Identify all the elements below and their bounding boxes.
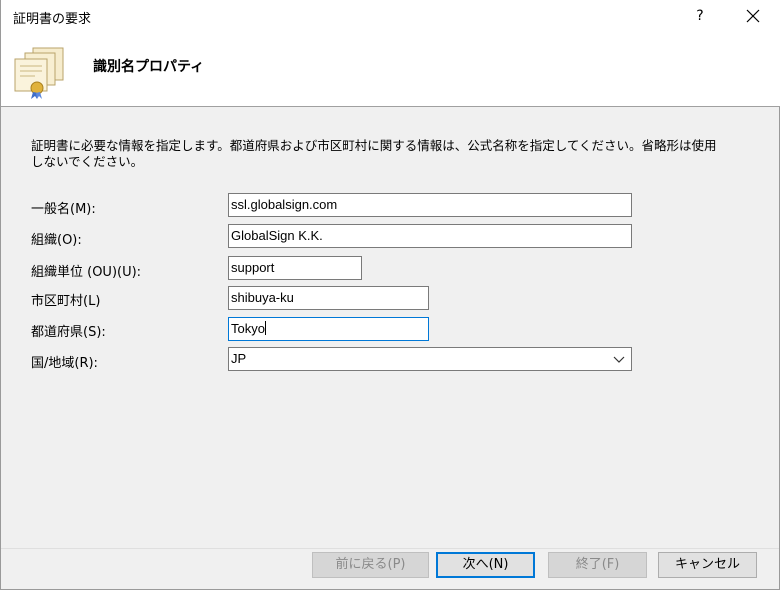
back-button[interactable]: 前に戻る(P) xyxy=(312,552,429,578)
common-name-value: ssl.globalsign.com xyxy=(231,197,338,212)
state-value: Tokyo xyxy=(231,321,265,336)
text-caret xyxy=(264,321,266,335)
common-name-field[interactable]: ssl.globalsign.com xyxy=(228,193,632,217)
common-name-label: 一般名(M): xyxy=(31,202,96,217)
country-label: 国/地域(R): xyxy=(31,356,98,371)
certificate-request-dialog: 証明書の要求 ? 識別名プロパティ 証明書に必要な情報を指定します。都道府県およ… xyxy=(0,0,780,590)
country-value: JP xyxy=(231,351,247,366)
org-unit-field[interactable]: support xyxy=(228,256,362,280)
cancel-button[interactable]: キャンセル xyxy=(658,552,757,578)
organization-value: GlobalSign K.K. xyxy=(231,228,323,243)
window-title: 証明書の要求 xyxy=(13,12,92,27)
footer-divider xyxy=(1,548,779,549)
organization-field[interactable]: GlobalSign K.K. xyxy=(228,224,632,248)
org-unit-value: support xyxy=(231,260,275,275)
city-label: 市区町村(L) xyxy=(31,294,101,309)
finish-button[interactable]: 終了(F) xyxy=(548,552,647,578)
org-unit-label: 組織単位 (OU)(U): xyxy=(31,265,142,280)
wizard-header: 識別名プロパティ xyxy=(1,34,780,107)
state-label: 都道府県(S): xyxy=(31,325,106,340)
title-bar: 証明書の要求 ? xyxy=(1,0,780,34)
country-select[interactable]: JP xyxy=(228,347,632,371)
help-button[interactable]: ? xyxy=(687,4,713,28)
city-field[interactable]: shibuya-ku xyxy=(228,286,429,310)
page-title: 識別名プロパティ xyxy=(93,59,205,75)
state-field[interactable]: Tokyo xyxy=(228,317,429,341)
certificate-stack-icon xyxy=(14,47,64,99)
chevron-down-icon xyxy=(613,356,625,363)
close-icon xyxy=(746,9,760,23)
city-value: shibuya-ku xyxy=(231,290,294,305)
organization-label: 組織(O): xyxy=(31,233,82,248)
close-button[interactable] xyxy=(739,4,765,28)
description-text: 証明書に必要な情報を指定します。都道府県および市区町村に関する情報は、公式名称を… xyxy=(31,138,717,169)
next-button[interactable]: 次へ(N) xyxy=(436,552,535,578)
